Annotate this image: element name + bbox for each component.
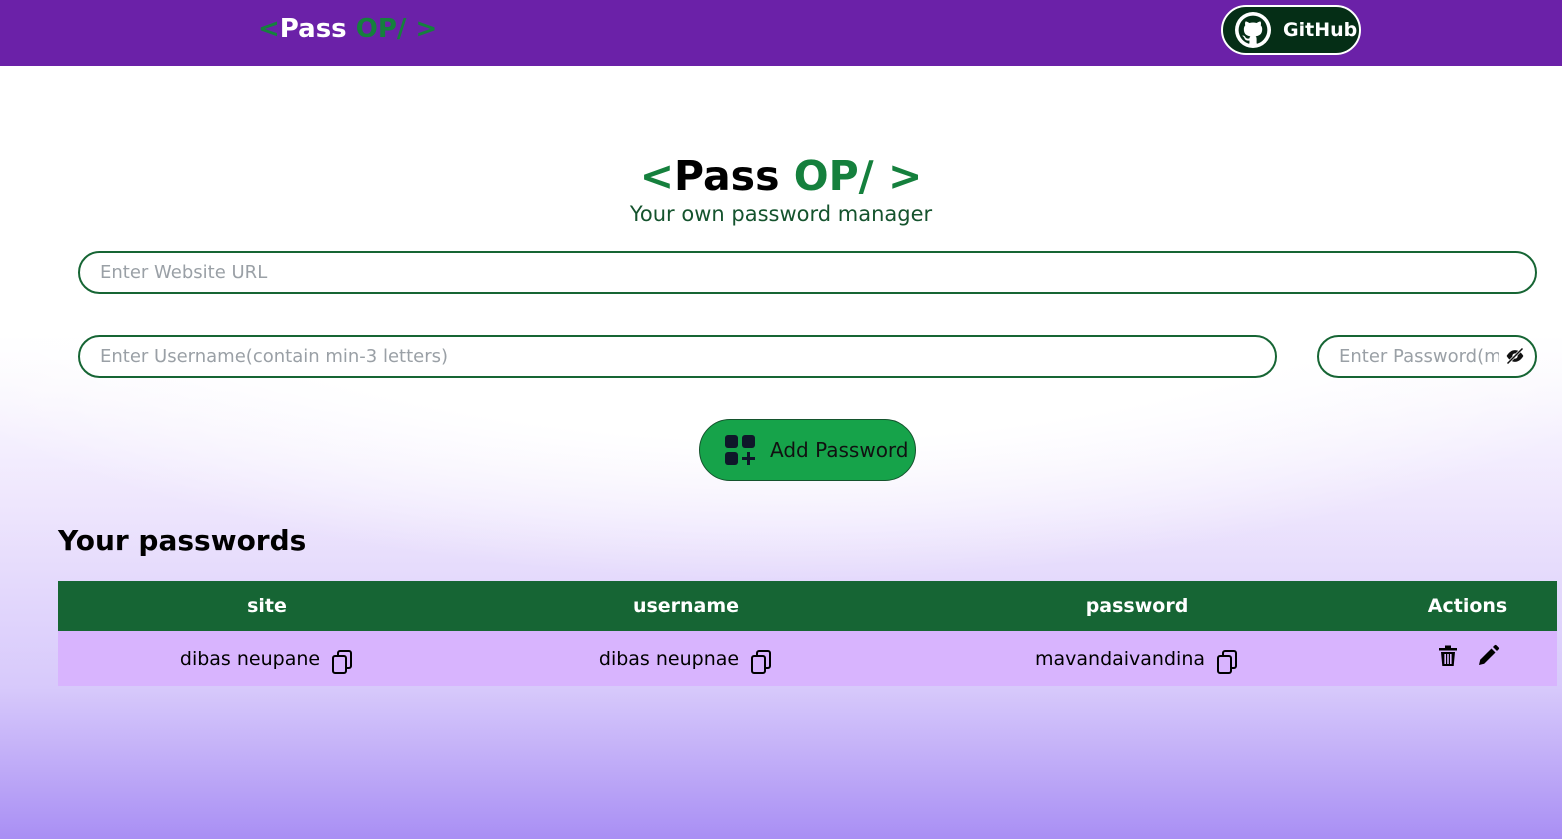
column-password: password — [1085, 595, 1189, 617]
pencil-icon[interactable] — [1476, 644, 1500, 668]
site-value: dibas neupane — [179, 647, 321, 670]
username-input[interactable] — [78, 335, 1277, 378]
hero-logo-op: OP/ — [793, 152, 874, 200]
github-label: GitHub — [1283, 19, 1358, 41]
logo-gt: > — [415, 14, 438, 44]
column-site: site — [247, 595, 287, 617]
actions-cell — [1378, 631, 1557, 686]
eye-slash-icon[interactable] — [1505, 346, 1525, 366]
passwords-table: site username password Actions dibas neu… — [58, 581, 1557, 686]
logo-pass: Pass — [279, 14, 347, 44]
add-grid-icon — [724, 434, 756, 466]
copy-icon[interactable] — [749, 649, 773, 675]
copy-icon[interactable] — [1215, 649, 1239, 675]
column-username: username — [632, 595, 740, 617]
tagline: Your own password manager — [629, 202, 933, 226]
username-value: dibas neupnae — [598, 647, 740, 670]
site-cell: dibas neupane — [58, 631, 476, 686]
nav-logo[interactable]: <Pass OP/ > — [258, 14, 437, 44]
logo-lt: < — [258, 14, 280, 44]
hero-logo-lt: < — [639, 152, 675, 200]
hero-logo-pass: Pass — [674, 152, 780, 200]
hero-logo-gt: > — [887, 152, 923, 200]
add-password-label: Add Password — [770, 438, 909, 462]
main-content: <Pass OP/ > Your own password manager Ad… — [0, 66, 1562, 839]
column-actions: Actions — [1427, 595, 1508, 617]
username-cell: dibas neupnae — [476, 631, 896, 686]
trash-icon[interactable] — [1436, 644, 1460, 668]
password-field-wrapper — [1317, 335, 1537, 378]
website-url-input[interactable] — [78, 251, 1537, 294]
table-row: dibas neupane dibas neupnae mavandaivand… — [58, 631, 1557, 686]
copy-icon[interactable] — [330, 649, 354, 675]
table-header-row: site username password Actions — [58, 581, 1557, 631]
password-value: mavandaivandina — [1034, 647, 1206, 670]
github-icon — [1235, 12, 1271, 48]
add-password-button[interactable]: Add Password — [699, 419, 916, 481]
github-button[interactable]: GitHub — [1221, 5, 1361, 55]
top-navbar: <Pass OP/ > GitHub — [0, 0, 1562, 66]
hero-logo: <Pass OP/ > — [0, 152, 1562, 200]
logo-op: OP/ — [355, 14, 407, 44]
your-passwords-heading: Your passwords — [58, 524, 307, 557]
password-input[interactable] — [1317, 335, 1537, 378]
password-cell: mavandaivandina — [896, 631, 1378, 686]
